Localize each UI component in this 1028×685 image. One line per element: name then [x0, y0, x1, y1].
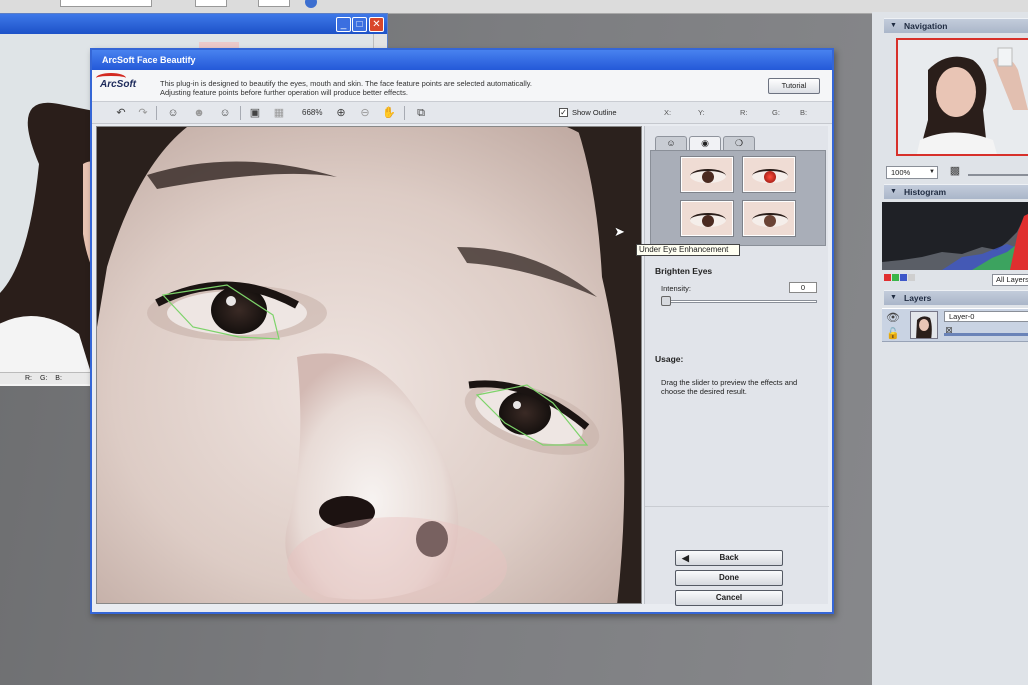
- zoom-slider[interactable]: [968, 174, 1028, 176]
- collapse-icon[interactable]: ▼: [890, 19, 897, 33]
- coord-y: Y:: [698, 108, 705, 117]
- collapse-icon[interactable]: ▼: [890, 185, 897, 199]
- red-channel-icon[interactable]: [884, 274, 891, 281]
- zoom-select[interactable]: 100% ▼: [886, 166, 938, 179]
- option-field[interactable]: [60, 0, 152, 7]
- red-eye-effect[interactable]: [743, 157, 795, 192]
- usage-text-line-1: Drag the slider to preview the effects a…: [661, 378, 798, 387]
- undo-icon[interactable]: ↶: [114, 106, 128, 120]
- redo-icon[interactable]: ↷: [136, 106, 150, 120]
- luminosity-channel-icon[interactable]: [908, 274, 915, 281]
- close-icon[interactable]: ✕: [369, 17, 384, 32]
- preview-icon[interactable]: ⧉: [414, 106, 428, 120]
- layer-thumbnail: [910, 311, 938, 339]
- face-beautify-dialog: ArcSoft Face Beautify ArcSoft This plug-…: [90, 48, 834, 614]
- coord-b: B:: [800, 108, 808, 117]
- usage-title: Usage:: [655, 354, 684, 364]
- status-b: B:: [55, 375, 62, 382]
- mouth-tab[interactable]: ❍: [723, 136, 755, 150]
- zoom-level: 668%: [302, 108, 323, 117]
- layer-opacity-slider[interactable]: [944, 333, 1028, 336]
- show-outline-checkbox[interactable]: ✓: [559, 108, 568, 117]
- panel-divider: [645, 506, 829, 507]
- blue-channel-icon[interactable]: [900, 274, 907, 281]
- histogram-graph: [882, 202, 1028, 270]
- face-point-remove-icon[interactable]: ☺: [218, 106, 232, 120]
- effects-panel: ☺ ◉ ❍ Brighten Eyes Intensity: 0 Usage: …: [644, 126, 829, 606]
- background-window-titlebar[interactable]: _ □ ✕: [0, 14, 387, 34]
- intensity-label: Intensity:: [661, 284, 692, 293]
- intensity-slider-track[interactable]: [661, 300, 817, 303]
- option-field[interactable]: [195, 0, 227, 7]
- maximize-icon[interactable]: □: [352, 17, 367, 32]
- eye-enlarge-effect[interactable]: [743, 201, 795, 236]
- effect-tooltip: Under Eye Enhancement: [636, 244, 740, 256]
- status-g: G:: [39, 375, 48, 382]
- coord-r: R:: [740, 108, 748, 117]
- dialog-toolbar: ↶ ↷ ☺ ☻ ☺ ▣ ▦ 668% ⊕ ⊖ ✋ ⧉ ✓ Show Outlin…: [92, 102, 832, 124]
- navigation-preview[interactable]: [896, 38, 1028, 156]
- description-line-2: Adjusting feature points before further …: [160, 88, 408, 97]
- layers-title: Layers: [904, 293, 932, 303]
- histogram-panel-header[interactable]: ▼ Histogram: [884, 184, 1028, 199]
- arcsoft-logo: ArcSoft: [96, 73, 136, 90]
- back-button[interactable]: ◀ Back: [675, 550, 783, 566]
- brighten-eyes-effect[interactable]: [681, 157, 733, 192]
- usage-text-line-2: choose the desired result.: [661, 387, 747, 396]
- green-channel-icon[interactable]: [892, 274, 899, 281]
- coord-x: X:: [664, 108, 672, 117]
- arrow-left-icon: ◀: [682, 553, 689, 563]
- layer-row[interactable]: 👁 🔓 Layer-0 ⊠: [882, 308, 1028, 342]
- face-preview-canvas[interactable]: [96, 126, 642, 604]
- cancel-button[interactable]: Cancel: [675, 590, 783, 606]
- description-line-1: This plug-in is designed to beautify the…: [160, 79, 533, 88]
- palette-dock: ▼ Navigation 100% ▼ ▩ ▼ Histogram All Lay…: [872, 12, 1028, 685]
- layers-panel-header[interactable]: ▼ Layers: [884, 290, 1028, 305]
- chevron-down-icon: ▼: [929, 169, 935, 175]
- navigation-panel-header[interactable]: ▼ Navigation: [884, 18, 1028, 33]
- mouse-pointer-icon: ➤: [614, 224, 625, 239]
- lock-icon[interactable]: 🔓: [886, 327, 900, 341]
- histogram-title: Histogram: [904, 187, 947, 197]
- status-r: R:: [25, 375, 32, 382]
- zoom-out-icon[interactable]: ⊖: [358, 106, 372, 120]
- coord-g: G:: [772, 108, 780, 117]
- brighten-eyes-title: Brighten Eyes: [655, 266, 713, 276]
- zoom-in-icon[interactable]: ⊕: [334, 106, 348, 120]
- under-eye-effect[interactable]: [681, 201, 733, 236]
- face-point-add-icon[interactable]: ☻: [192, 106, 206, 120]
- histogram-channel-select[interactable]: All Layers: [992, 274, 1028, 286]
- face-tab[interactable]: ☺: [655, 136, 687, 150]
- face-point-icon[interactable]: ☺: [166, 106, 180, 120]
- eye-effects-gallery: [650, 150, 826, 246]
- eye-tab[interactable]: ◉: [689, 136, 721, 150]
- done-button[interactable]: Done: [675, 570, 783, 586]
- hand-icon[interactable]: ✋: [382, 106, 396, 120]
- tutorial-button[interactable]: Tutorial: [768, 78, 820, 94]
- dialog-title[interactable]: ArcSoft Face Beautify: [92, 50, 832, 70]
- pixel-readout: R: G: B:: [0, 372, 91, 384]
- show-outline-label: Show Outline: [572, 108, 617, 117]
- layer-name-field[interactable]: Layer-0: [944, 311, 1028, 322]
- collapse-icon[interactable]: ▼: [890, 291, 897, 305]
- intensity-value-field[interactable]: 0: [789, 282, 817, 293]
- minimize-icon[interactable]: _: [336, 17, 351, 32]
- fit-icon[interactable]: ▣: [248, 106, 262, 120]
- option-field[interactable]: [258, 0, 290, 7]
- intensity-slider-thumb[interactable]: [661, 296, 671, 306]
- eye-visibility-icon[interactable]: 👁: [886, 311, 900, 325]
- info-icon[interactable]: [305, 0, 317, 8]
- actual-size-icon[interactable]: ▦: [272, 106, 286, 120]
- dialog-header: ArcSoft This plug-in is designed to beau…: [92, 70, 832, 102]
- image-icon[interactable]: ▩: [948, 164, 962, 178]
- navigation-title: Navigation: [904, 21, 948, 31]
